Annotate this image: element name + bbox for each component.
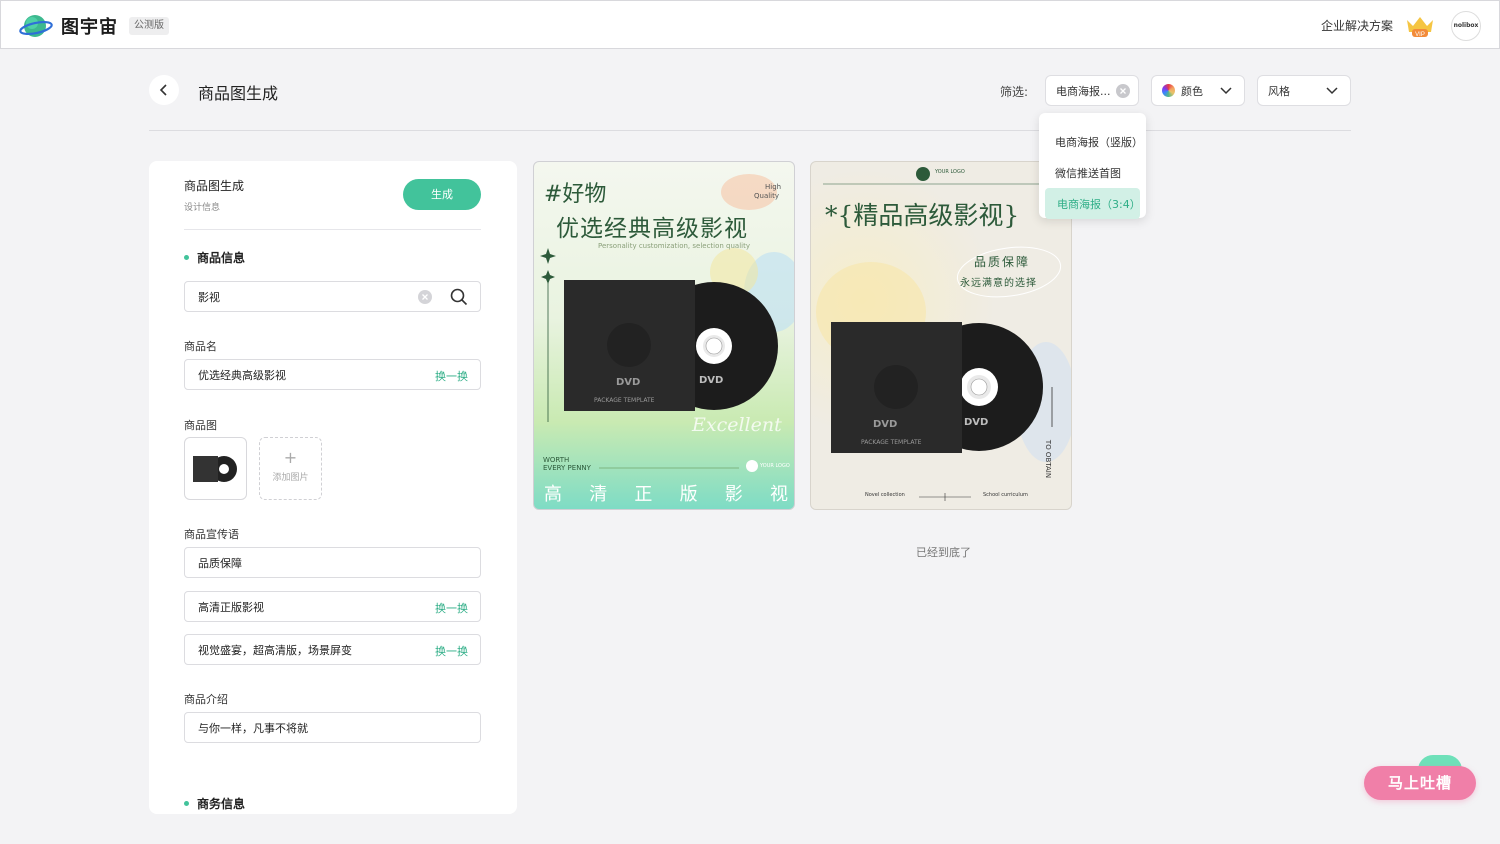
add-image-label: 添加图片 <box>272 473 309 483</box>
intro-value: 与你一样，凡事不将就 <box>198 721 308 735</box>
search-value: 影视 <box>198 290 220 304</box>
clear-search-icon[interactable] <box>418 290 432 304</box>
card1-excellent: Excellent <box>692 414 782 436</box>
dropdown-item-poster-3-4[interactable]: 电商海报（3:4） <box>1045 188 1141 219</box>
card2-package: PACKAGE TEMPLATE <box>861 439 922 446</box>
filter-type-value: 电商海报... <box>1056 84 1111 98</box>
card1-dvd-2: DVD <box>699 375 724 386</box>
filter-type-select[interactable]: 电商海报... <box>1045 75 1139 106</box>
card2-vertical-text: TO OBTAIN <box>1044 439 1053 479</box>
card2-dvd-1: DVD <box>873 419 898 430</box>
card2-footer-left: Novel collection <box>865 492 905 498</box>
section-product-info: 商品信息 <box>184 249 245 266</box>
chevron-down-icon <box>1326 87 1338 95</box>
end-of-list-text: 已经到底了 <box>916 546 971 559</box>
card1-bottom-char: 正 <box>634 484 653 505</box>
section-product-label: 商品信息 <box>197 251 246 265</box>
swap-name-button[interactable]: 换一换 <box>435 368 468 384</box>
beta-badge: 公测版 <box>129 17 169 35</box>
card1-worth-2: EVERY PENNY <box>543 464 591 472</box>
add-image-button[interactable]: + 添加图片 <box>259 437 322 500</box>
product-image-label: 商品图 <box>184 419 217 432</box>
vip-label: VIP <box>1415 32 1425 38</box>
card2-title: *{精品高级影视} <box>825 201 1020 230</box>
vip-crown-icon[interactable]: VIP <box>1404 14 1436 38</box>
card1-bottom-char: 高 <box>544 484 562 505</box>
slogan-value: 品质保障 <box>198 556 242 570</box>
dropdown-item-vertical-poster[interactable]: 电商海报（竖版） <box>1039 126 1146 157</box>
card2-logo: YOUR LOGO <box>935 169 965 175</box>
card1-logo: YOUR LOGO <box>760 463 790 469</box>
chevron-left-icon <box>159 84 167 96</box>
back-button[interactable] <box>149 75 179 105</box>
section-business-info: 商务信息 <box>184 795 245 812</box>
plus-icon: + <box>283 448 298 467</box>
planet-logo-icon[interactable] <box>19 12 53 40</box>
header-divider <box>149 130 1351 131</box>
card1-worth-1: WORTH <box>543 456 570 464</box>
panel-divider <box>184 229 481 230</box>
slogan-value: 高清正版影视 <box>198 600 264 614</box>
user-avatar[interactable]: nolibox <box>1451 11 1481 41</box>
slogan-field-1[interactable]: 品质保障 <box>184 547 481 578</box>
slogan-field-2[interactable]: 高清正版影视 换一换 <box>184 591 481 622</box>
card1-tag: #好物 <box>544 182 607 207</box>
card1-subtitle: Personality customization, selection qua… <box>598 242 750 250</box>
intro-label: 商品介绍 <box>184 693 228 706</box>
enterprise-solutions-link[interactable]: 企业解决方案 <box>1321 17 1393 34</box>
panel-subtitle: 设计信息 <box>184 203 221 213</box>
product-search-input[interactable]: 影视 <box>184 281 481 312</box>
design-info-panel: 商品图生成 设计信息 生成 商品信息 影视 商品名 优选经典高级影视 换一换 商… <box>149 161 517 814</box>
section-business-label: 商务信息 <box>197 797 246 811</box>
card1-hq2: Quality <box>754 192 780 200</box>
card1-dvd-1: DVD <box>616 377 641 388</box>
top-bar: 图宇宙 公测版 企业解决方案 VIP nolibox <box>0 0 1500 49</box>
intro-field[interactable]: 与你一样，凡事不将就 <box>184 712 481 743</box>
card2-dvd-2: DVD <box>964 417 989 428</box>
feedback-button[interactable]: 马上吐槽 <box>1364 766 1476 800</box>
card1-bottom-char: 视 <box>769 484 788 505</box>
poster-card-1[interactable]: #好物 High Quality 优选经典高级影视 Personality cu… <box>533 161 795 510</box>
card1-bottom-char: 影 <box>724 484 743 505</box>
card2-tag-2: 永远满意的选择 <box>960 278 1037 289</box>
panel-title: 商品图生成 <box>184 179 245 193</box>
color-wheel-icon <box>1162 84 1175 97</box>
slogan-label: 商品宣传语 <box>184 528 239 541</box>
section-dot-icon <box>184 255 189 260</box>
product-name-label: 商品名 <box>184 340 217 353</box>
card1-bottom-char: 版 <box>679 484 698 505</box>
slogan-value: 视觉盛宴，超高清版，场景屏变 <box>198 643 352 657</box>
section-dot-icon <box>184 801 189 806</box>
card1-bottom-char: 清 <box>589 484 608 505</box>
product-image-thumbnail[interactable] <box>184 437 247 500</box>
swap-slogan-button[interactable]: 换一换 <box>435 600 468 616</box>
filter-color-label: 颜色 <box>1181 84 1203 98</box>
generate-button[interactable]: 生成 <box>403 179 481 210</box>
filter-style-select[interactable]: 风格 <box>1257 75 1351 106</box>
slogan-field-3[interactable]: 视觉盛宴，超高清版，场景屏变 换一换 <box>184 634 481 665</box>
filter-style-label: 风格 <box>1268 84 1290 98</box>
clear-filter-icon[interactable] <box>1116 84 1130 98</box>
product-name-value: 优选经典高级影视 <box>198 368 286 382</box>
page-title: 商品图生成 <box>198 84 279 103</box>
card1-hq1: High <box>765 183 782 191</box>
poster-card-2[interactable]: YOUR LOGO *{精品高级影视} 品质保障 永远满意的选择 DVD PAC… <box>810 161 1072 510</box>
dropdown-item-wechat-cover[interactable]: 微信推送首图 <box>1039 157 1146 188</box>
card1-package: PACKAGE TEMPLATE <box>594 397 655 404</box>
card2-footer-right: School curriculum <box>983 492 1028 498</box>
card2-tag-1: 品质保障 <box>974 255 1031 269</box>
card1-title: 优选经典高级影视 <box>556 216 748 242</box>
chevron-down-icon <box>1220 87 1232 95</box>
filter-color-select[interactable]: 颜色 <box>1151 75 1245 106</box>
card1-bottom-text: 高 清 正 版 影 视 <box>544 480 788 506</box>
filter-type-dropdown: 电商海报（竖版） 微信推送首图 电商海报（3:4） <box>1039 113 1146 219</box>
filter-label: 筛选: <box>1000 85 1029 99</box>
product-name-field[interactable]: 优选经典高级影视 换一换 <box>184 359 481 390</box>
search-icon[interactable] <box>450 288 468 306</box>
swap-slogan-button[interactable]: 换一换 <box>435 643 468 659</box>
brand-name[interactable]: 图宇宙 <box>61 13 118 39</box>
